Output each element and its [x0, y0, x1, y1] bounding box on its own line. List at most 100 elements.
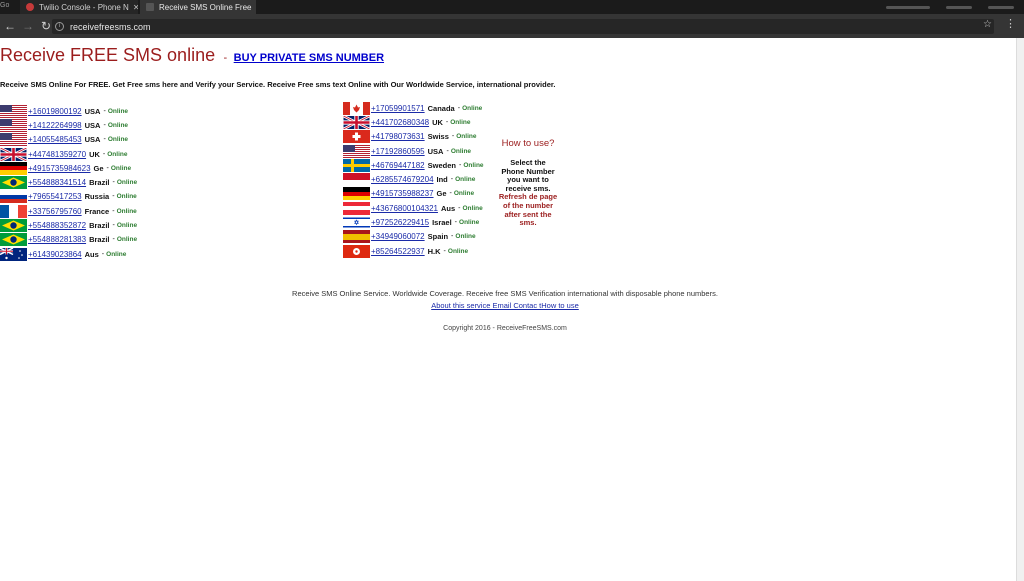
- status-separator: -: [457, 104, 461, 112]
- close-tab-icon[interactable]: ✕: [251, 3, 256, 12]
- footer: Receive SMS Online Service. Worldwide Co…: [0, 289, 1010, 310]
- status-badge: Online: [462, 104, 483, 112]
- phone-number-row: +41798073631 Swiss - Online: [343, 130, 484, 144]
- page-scrollbar[interactable]: [1016, 38, 1024, 581]
- country-label: USA: [84, 106, 101, 116]
- country-label: UK: [432, 117, 443, 127]
- country-label: USA: [84, 120, 101, 130]
- uk-flag-icon: [0, 147, 27, 161]
- status-separator: -: [112, 222, 115, 230]
- country-label: Ge: [436, 189, 447, 199]
- country-label: Ge: [93, 163, 104, 173]
- phone-number-row: +14122264998 USA - Online: [0, 118, 137, 132]
- country-label: USA: [84, 135, 101, 145]
- fr-flag-icon: [0, 204, 27, 218]
- country-label: Israel: [432, 218, 452, 228]
- status-badge: Online: [462, 204, 483, 212]
- status-badge: Online: [107, 107, 129, 115]
- id-flag-icon: [343, 173, 370, 187]
- tab-twilio-console[interactable]: Twilio Console - Phone N ✕: [20, 0, 138, 14]
- phone-number-link[interactable]: +4915735988237: [371, 189, 434, 198]
- status-separator: -: [451, 233, 454, 241]
- page-header: Receive FREE SMS online - BUY PRIVATE SM…: [0, 45, 384, 66]
- phone-number-link[interactable]: +16019800192: [28, 107, 82, 116]
- status-badge: Online: [447, 247, 469, 255]
- phone-number-link[interactable]: +14055485453: [28, 135, 82, 144]
- phone-number-link[interactable]: +554888341514: [28, 178, 86, 187]
- phone-number-row: +79655417253 Russia - Online: [0, 190, 137, 204]
- status-badge: Online: [116, 236, 138, 244]
- status-badge: Online: [453, 190, 475, 198]
- br-flag-icon: [0, 233, 27, 247]
- howto-refresh-line: sms.: [519, 218, 537, 228]
- back-arrow-icon[interactable]: ←: [2, 19, 18, 33]
- status-separator: -: [445, 118, 449, 126]
- page-title: Receive FREE SMS online: [0, 45, 216, 65]
- status-separator: -: [103, 136, 106, 144]
- menu-kebab-icon[interactable]: ⋮: [1005, 19, 1016, 30]
- status-badge: Online: [116, 193, 137, 201]
- status-badge: Online: [450, 118, 471, 126]
- uk-flag-icon: [343, 115, 370, 129]
- status-badge: Online: [107, 136, 129, 144]
- status-separator: -: [451, 133, 455, 141]
- br-flag-icon: [0, 219, 27, 233]
- status-separator: -: [101, 250, 105, 258]
- phone-number-link[interactable]: +447481359270: [28, 150, 86, 159]
- country-label: Canada: [427, 103, 455, 113]
- phone-number-link[interactable]: +554888281383: [28, 235, 86, 244]
- hk-flag-icon: [343, 244, 370, 258]
- country-label: USA: [427, 146, 444, 156]
- au-flag-icon: [0, 247, 27, 261]
- buy-private-number-link[interactable]: BUY PRIVATE SMS NUMBER: [234, 52, 384, 64]
- footer-links[interactable]: About this service Email Contac tHow to …: [431, 301, 579, 310]
- forward-arrow-icon[interactable]: →: [20, 19, 36, 33]
- tab-receive-sms[interactable]: Receive SMS Online Free ✕: [140, 0, 256, 14]
- phone-number-link[interactable]: +972526229415: [371, 218, 429, 227]
- phone-number-row: +447481359270 UK - Online: [0, 147, 137, 161]
- tab-label: Twilio Console - Phone N: [39, 2, 129, 12]
- phone-number-link[interactable]: +4915735984623: [28, 164, 91, 173]
- phone-number-link[interactable]: +41798073631: [371, 132, 425, 141]
- status-badge: Online: [450, 147, 472, 155]
- profile-indicator-icon[interactable]: [886, 5, 930, 9]
- maximize-icon[interactable]: [988, 5, 1014, 9]
- phone-number-link[interactable]: +17059901571: [371, 104, 425, 113]
- address-bar[interactable]: i receivefreesms.com ☆: [52, 19, 994, 34]
- phone-number-link[interactable]: +61439023864: [28, 250, 82, 259]
- country-label: Ind: [436, 175, 448, 185]
- phone-number-row: +46769447182 Sweden - Online: [343, 158, 484, 172]
- phone-number-link[interactable]: +85264522937: [371, 247, 425, 256]
- phone-number-row: +33756795760 France - Online: [0, 204, 137, 218]
- info-icon[interactable]: i: [55, 22, 64, 31]
- phone-number-link[interactable]: +33756795760: [28, 207, 82, 216]
- status-badge: Online: [459, 219, 480, 227]
- close-tab-icon[interactable]: ✕: [129, 3, 138, 12]
- phone-number-link[interactable]: +6285574679204: [371, 175, 434, 184]
- status-badge: Online: [116, 222, 138, 230]
- status-badge: Online: [455, 176, 476, 184]
- ca-flag-icon: [343, 101, 370, 115]
- phone-number-row: +43676800104321 Aus - Online: [343, 201, 484, 215]
- phone-number-row: +554888281383 Brazil - Online: [0, 233, 137, 247]
- es-flag-icon: [343, 230, 370, 244]
- phone-number-link[interactable]: +14122264998: [28, 121, 82, 130]
- phone-number-link[interactable]: +17192860595: [371, 147, 425, 156]
- phone-number-row: +4915735984623 Ge - Online: [0, 161, 137, 175]
- phone-number-link[interactable]: +79655417253: [28, 192, 82, 201]
- country-label: Aus: [84, 249, 99, 259]
- minimize-icon[interactable]: [946, 5, 972, 9]
- phone-number-link[interactable]: +441702680348: [371, 118, 429, 127]
- status-separator: -: [449, 190, 452, 198]
- de-flag-icon: [0, 161, 27, 175]
- status-badge: Online: [456, 133, 477, 141]
- phone-number-link[interactable]: +43676800104321: [371, 204, 438, 213]
- tabbar-left-text: Go: [0, 2, 10, 9]
- phone-number-link[interactable]: +46769447182: [371, 161, 425, 170]
- phone-number-row: +14055485453 USA - Online: [0, 133, 137, 147]
- intro-text: Receive SMS Online For FREE. Get Free sm…: [0, 80, 556, 89]
- phone-number-link[interactable]: +34949060072: [371, 232, 425, 241]
- bookmark-star-icon[interactable]: ☆: [983, 19, 992, 30]
- country-label: Aus: [440, 203, 456, 213]
- phone-number-link[interactable]: +554888352872: [28, 221, 86, 230]
